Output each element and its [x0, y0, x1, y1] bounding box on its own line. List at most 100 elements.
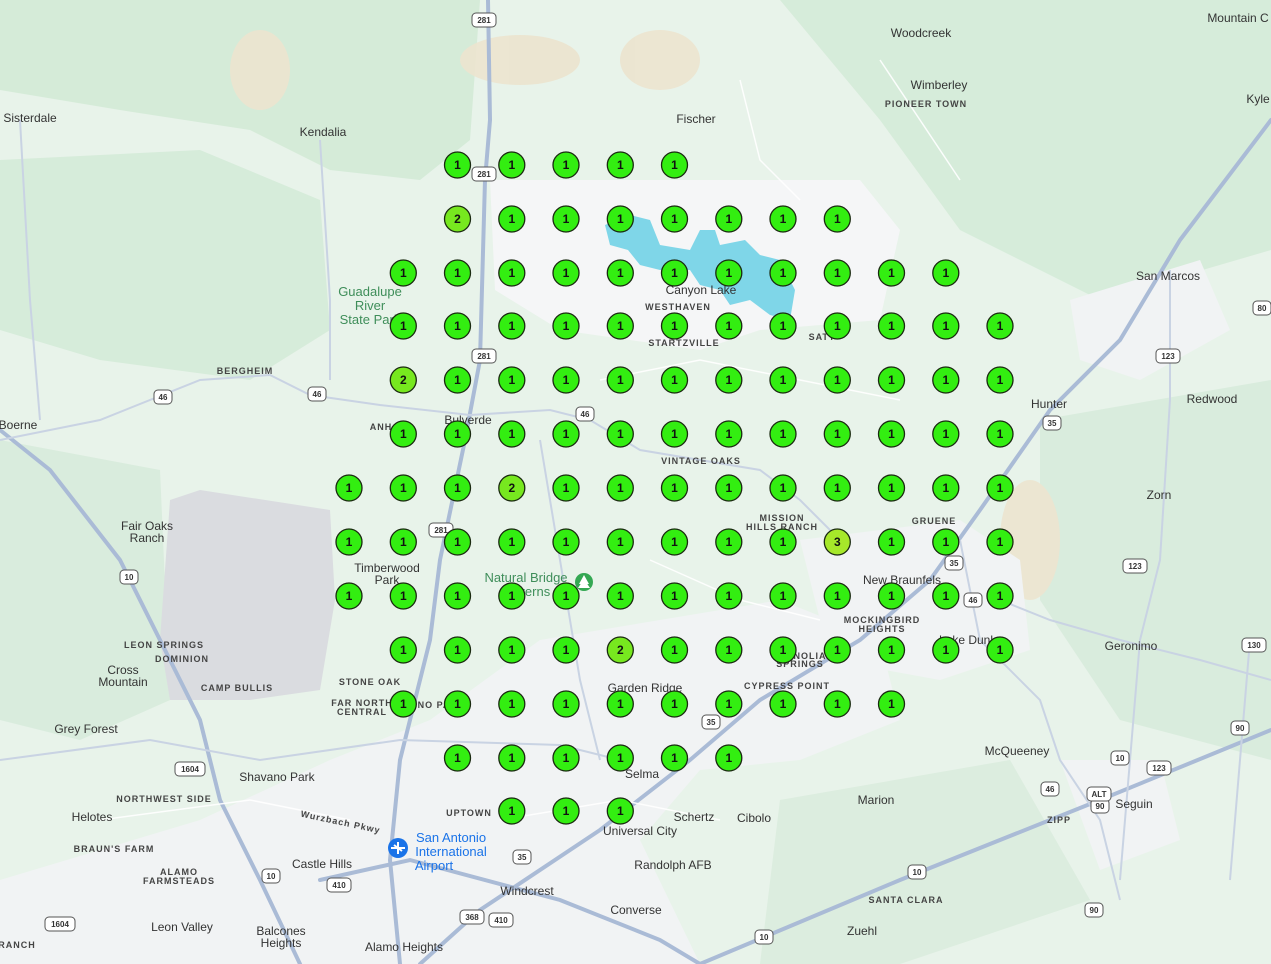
- grid-marker[interactable]: 1: [823, 420, 851, 448]
- grid-marker[interactable]: 1: [660, 259, 689, 287]
- grid-marker[interactable]: 1: [498, 151, 526, 179]
- grid-marker[interactable]: 1: [606, 474, 634, 502]
- grid-marker[interactable]: 1: [389, 636, 417, 664]
- grid-marker[interactable]: 1: [769, 312, 797, 340]
- grid-marker[interactable]: 1: [606, 528, 634, 556]
- grid-marker[interactable]: 1: [877, 582, 906, 610]
- grid-marker[interactable]: 1: [823, 259, 851, 287]
- grid-marker[interactable]: 1: [715, 528, 743, 556]
- grid-marker[interactable]: 1: [660, 151, 689, 179]
- grid-marker[interactable]: 3: [823, 528, 851, 556]
- grid-marker[interactable]: 1: [606, 690, 634, 718]
- grid-marker[interactable]: 1: [986, 636, 1014, 664]
- grid-marker[interactable]: 1: [932, 528, 960, 556]
- grid-marker[interactable]: 2: [443, 205, 472, 233]
- grid-marker[interactable]: 1: [552, 366, 580, 394]
- grid-marker[interactable]: 1: [389, 312, 417, 340]
- grid-marker[interactable]: 1: [986, 420, 1014, 448]
- grid-marker[interactable]: 1: [498, 528, 526, 556]
- grid-marker[interactable]: 1: [986, 312, 1014, 340]
- grid-marker[interactable]: 1: [498, 259, 526, 287]
- grid-marker[interactable]: 1: [335, 474, 363, 502]
- grid-marker[interactable]: 1: [932, 312, 960, 340]
- grid-marker[interactable]: 1: [389, 690, 417, 718]
- grid-marker[interactable]: 1: [823, 474, 851, 502]
- grid-marker[interactable]: 1: [769, 420, 797, 448]
- grid-marker[interactable]: 1: [606, 420, 634, 448]
- grid-marker[interactable]: 1: [498, 797, 526, 825]
- grid-marker[interactable]: 1: [660, 312, 689, 340]
- grid-marker[interactable]: 1: [606, 312, 634, 340]
- grid-marker[interactable]: 1: [715, 312, 743, 340]
- grid-marker[interactable]: 1: [552, 259, 580, 287]
- grid-marker[interactable]: 1: [552, 690, 580, 718]
- grid-marker[interactable]: 1: [552, 312, 580, 340]
- grid-marker[interactable]: 1: [498, 744, 526, 772]
- grid-marker[interactable]: 1: [986, 528, 1014, 556]
- grid-marker[interactable]: 1: [498, 205, 526, 233]
- grid-marker[interactable]: 1: [498, 366, 526, 394]
- grid-marker[interactable]: 1: [877, 636, 906, 664]
- grid-marker[interactable]: 1: [877, 312, 906, 340]
- grid-marker[interactable]: 1: [660, 636, 689, 664]
- grid-marker[interactable]: 1: [389, 582, 417, 610]
- grid-marker[interactable]: 1: [769, 636, 797, 664]
- grid-marker[interactable]: 1: [715, 690, 743, 718]
- grid-marker[interactable]: 1: [443, 420, 472, 448]
- grid-marker[interactable]: 1: [660, 582, 689, 610]
- grid-marker[interactable]: 1: [443, 259, 472, 287]
- grid-marker[interactable]: 1: [877, 528, 906, 556]
- grid-marker[interactable]: 1: [660, 366, 689, 394]
- grid-marker[interactable]: 1: [552, 528, 580, 556]
- grid-marker[interactable]: 2: [389, 366, 417, 394]
- grid-marker[interactable]: 1: [877, 474, 906, 502]
- grid-marker[interactable]: 1: [769, 205, 797, 233]
- grid-marker[interactable]: 1: [932, 582, 960, 610]
- grid-marker[interactable]: 1: [660, 528, 689, 556]
- grid-marker[interactable]: 1: [877, 420, 906, 448]
- grid-marker[interactable]: 1: [498, 636, 526, 664]
- grid-marker[interactable]: 1: [552, 797, 580, 825]
- grid-marker[interactable]: 1: [606, 797, 634, 825]
- grid-marker[interactable]: 1: [932, 366, 960, 394]
- grid-marker[interactable]: 1: [769, 259, 797, 287]
- grid-marker[interactable]: 1: [660, 744, 689, 772]
- grid-marker[interactable]: 1: [443, 151, 472, 179]
- grid-marker[interactable]: 1: [715, 259, 743, 287]
- map-canvas[interactable]: Woodcreek Mountain C Wimberley PIONEER TOWN…: [0, 0, 1271, 964]
- grid-marker[interactable]: 1: [823, 636, 851, 664]
- grid-marker[interactable]: 1: [443, 474, 472, 502]
- grid-marker[interactable]: 1: [932, 420, 960, 448]
- grid-marker[interactable]: 1: [823, 582, 851, 610]
- grid-marker[interactable]: 1: [443, 636, 472, 664]
- grid-marker[interactable]: 1: [986, 366, 1014, 394]
- grid-marker[interactable]: 1: [443, 582, 472, 610]
- grid-marker[interactable]: 1: [715, 744, 743, 772]
- grid-marker[interactable]: 1: [389, 259, 417, 287]
- grid-marker[interactable]: 1: [660, 205, 689, 233]
- grid-marker[interactable]: 1: [443, 366, 472, 394]
- grid-marker[interactable]: 1: [389, 474, 417, 502]
- grid-marker[interactable]: 1: [335, 528, 363, 556]
- grid-marker[interactable]: 1: [443, 312, 472, 340]
- grid-marker[interactable]: 1: [715, 474, 743, 502]
- grid-marker[interactable]: 1: [932, 474, 960, 502]
- grid-marker[interactable]: 1: [443, 528, 472, 556]
- grid-marker[interactable]: 1: [877, 366, 906, 394]
- grid-marker[interactable]: 1: [986, 582, 1014, 610]
- grid-marker[interactable]: 1: [877, 690, 906, 718]
- grid-marker[interactable]: 1: [769, 690, 797, 718]
- grid-marker[interactable]: 1: [715, 205, 743, 233]
- grid-marker[interactable]: 1: [769, 528, 797, 556]
- grid-marker[interactable]: 1: [498, 690, 526, 718]
- grid-marker[interactable]: 1: [877, 259, 906, 287]
- grid-marker[interactable]: 1: [335, 582, 363, 610]
- grid-marker[interactable]: 1: [660, 690, 689, 718]
- grid-marker[interactable]: 1: [932, 636, 960, 664]
- grid-marker[interactable]: 1: [606, 366, 634, 394]
- grid-marker[interactable]: 1: [823, 205, 851, 233]
- grid-marker[interactable]: 1: [769, 474, 797, 502]
- grid-marker[interactable]: 1: [715, 582, 743, 610]
- grid-marker[interactable]: 1: [660, 420, 689, 448]
- grid-marker[interactable]: 1: [552, 636, 580, 664]
